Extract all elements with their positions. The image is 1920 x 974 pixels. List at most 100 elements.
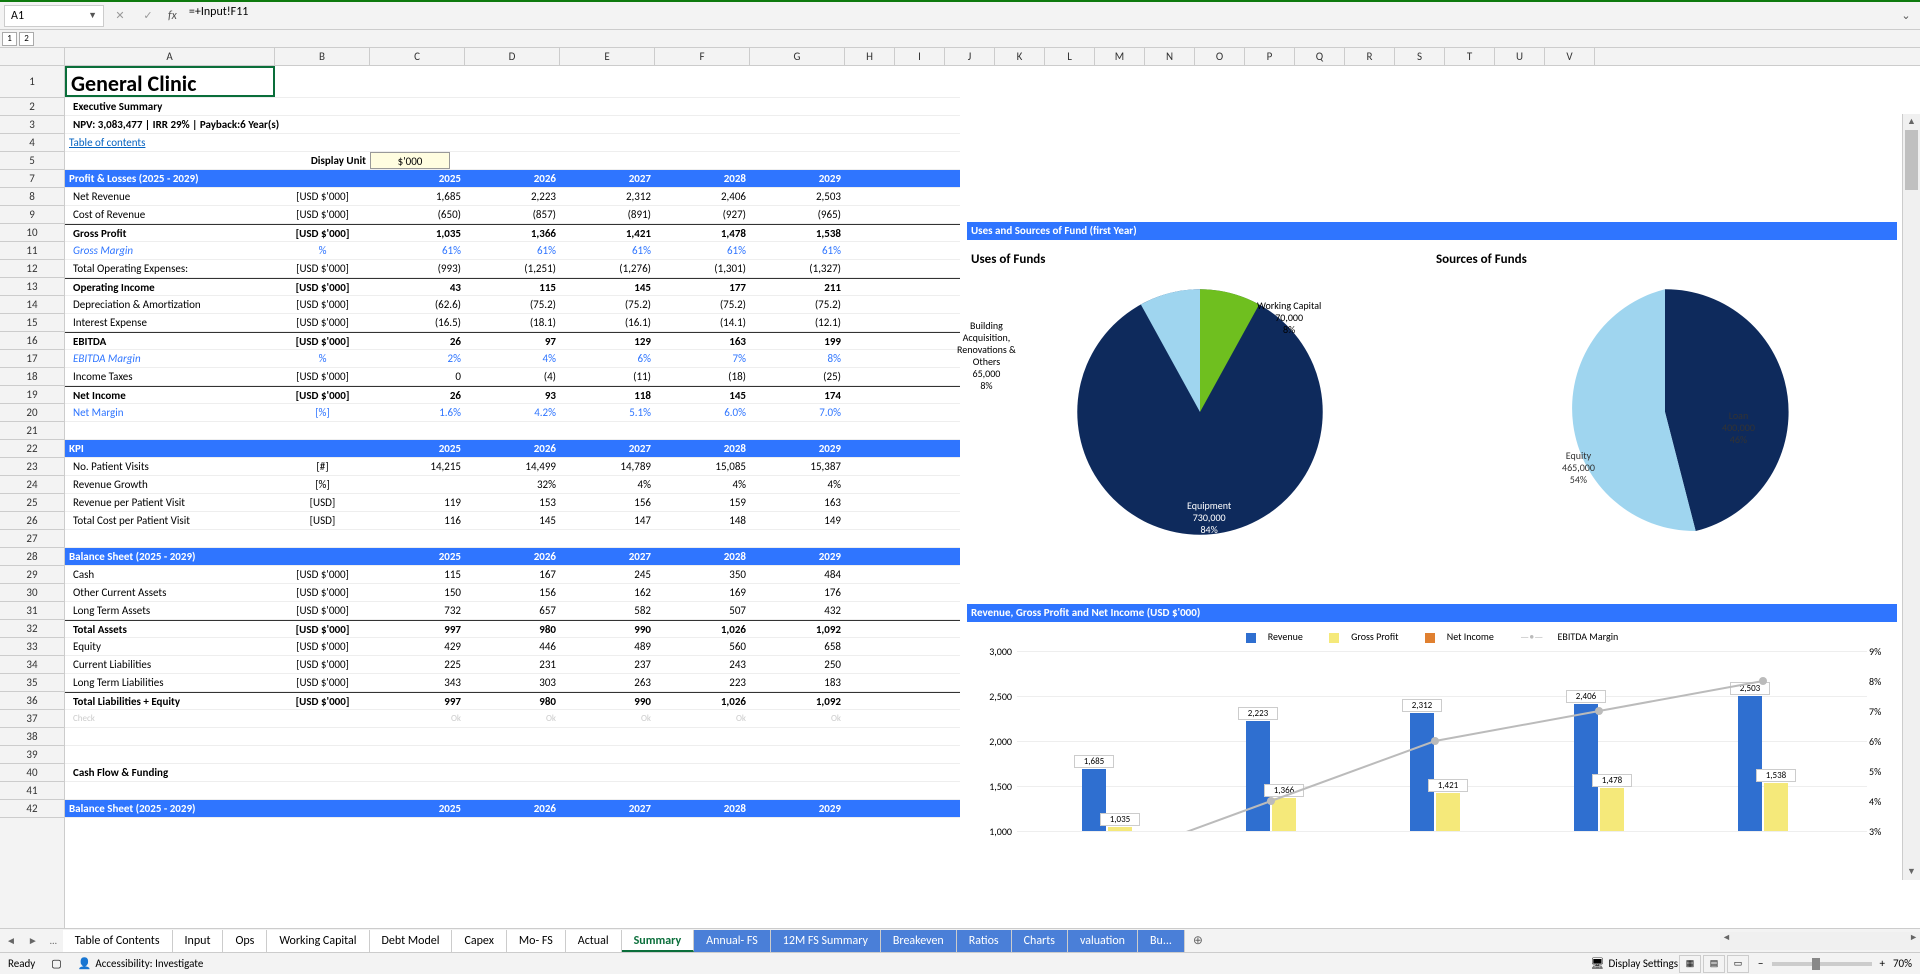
row-header-18[interactable]: 18	[0, 368, 64, 386]
row-header-1[interactable]: 1	[0, 66, 64, 98]
table-row[interactable]: Operating Income[USD $'000]4311514517721…	[65, 278, 960, 296]
row-header-33[interactable]: 33	[0, 638, 64, 656]
table-row[interactable]: Total Operating Expenses:[USD $'000](993…	[65, 260, 960, 278]
row-header-29[interactable]: 29	[0, 566, 64, 584]
row-header-31[interactable]: 31	[0, 602, 64, 620]
zoom-in-icon[interactable]: +	[1880, 957, 1885, 970]
table-row[interactable]: Revenue per Patient Visit[USD]1191531561…	[65, 494, 960, 512]
table-row[interactable]	[65, 746, 960, 764]
expand-formula-icon[interactable]: ⌄	[1896, 9, 1916, 22]
row-header-11[interactable]: 11	[0, 242, 64, 260]
col-header-E[interactable]: E	[560, 48, 655, 65]
display-settings-icon[interactable]: 🖥	[1590, 957, 1604, 970]
table-row[interactable]: Equity[USD $'000]429446489560658	[65, 638, 960, 656]
tab-ops[interactable]: Ops	[223, 930, 267, 952]
table-row[interactable]: Gross Margin%61%61%61%61%61%	[65, 242, 960, 260]
table-row[interactable]: Table of contents	[65, 134, 960, 152]
tab-input[interactable]: Input	[173, 930, 224, 952]
row-header-4[interactable]: 4	[0, 134, 64, 152]
tab-nav-more[interactable]: …	[44, 934, 63, 947]
table-row[interactable]: Profit & Losses (2025 - 2029)20252026202…	[65, 170, 960, 188]
row-header-36[interactable]: 36	[0, 692, 64, 710]
sheet-grid[interactable]: General ClinicExecutive SummaryNPV: 3,08…	[65, 66, 1920, 928]
col-header-Q[interactable]: Q	[1295, 48, 1345, 65]
row-header-3[interactable]: 3	[0, 116, 64, 134]
accessibility-status[interactable]: Accessibility: Investigate	[95, 957, 203, 970]
row-header-22[interactable]: 22	[0, 440, 64, 458]
table-row[interactable]: Gross Profit[USD $'000]1,0351,3661,4211,…	[65, 224, 960, 242]
table-row[interactable]: No. Patient Visits[#]14,21514,49914,7891…	[65, 458, 960, 476]
table-row[interactable]: Cash Flow & Funding	[65, 764, 960, 782]
col-header-K[interactable]: K	[995, 48, 1045, 65]
table-row[interactable]: Current Liabilities[USD $'000]2252312372…	[65, 656, 960, 674]
table-row[interactable]: Net Revenue[USD $'000]1,6852,2232,3122,4…	[65, 188, 960, 206]
col-header-H[interactable]: H	[845, 48, 895, 65]
row-header-23[interactable]: 23	[0, 458, 64, 476]
row-header-7[interactable]: 7	[0, 170, 64, 188]
horizontal-scrollbar[interactable]: ◄ ►	[1720, 932, 1920, 950]
table-row[interactable]: Net Margin[%]1.6%4.2%5.1%6.0%7.0%	[65, 404, 960, 422]
select-all-corner[interactable]	[0, 48, 65, 65]
outline-level-1[interactable]: 1	[2, 32, 17, 46]
tab-12m-fs-summary[interactable]: 12M FS Summary	[771, 930, 881, 952]
view-page-break-icon[interactable]: ▭	[1727, 955, 1749, 973]
zoom-level[interactable]: 70%	[1893, 957, 1912, 970]
table-row[interactable]: Cost of Revenue[USD $'000](650)(857)(891…	[65, 206, 960, 224]
table-row[interactable]: Income Taxes[USD $'000]0(4)(11)(18)(25)	[65, 368, 960, 386]
table-row[interactable]: Depreciation & Amortization[USD $'000](6…	[65, 296, 960, 314]
vertical-scrollbar[interactable]: ▲ ▼	[1902, 114, 1920, 880]
tab-breakeven[interactable]: Breakeven	[881, 930, 957, 952]
tab-charts[interactable]: Charts	[1012, 930, 1068, 952]
col-header-R[interactable]: R	[1345, 48, 1395, 65]
col-header-A[interactable]: A	[65, 48, 275, 65]
col-header-N[interactable]: N	[1145, 48, 1195, 65]
col-header-I[interactable]: I	[895, 48, 945, 65]
row-header-28[interactable]: 28	[0, 548, 64, 566]
tab-debt-model[interactable]: Debt Model	[370, 930, 453, 952]
name-box[interactable]: A1▼	[4, 5, 104, 27]
row-header-21[interactable]: 21	[0, 422, 64, 440]
row-header-37[interactable]: 37	[0, 710, 64, 728]
col-header-U[interactable]: U	[1495, 48, 1545, 65]
row-header-26[interactable]: 26	[0, 512, 64, 530]
tab-working-capital[interactable]: Working Capital	[267, 930, 369, 952]
row-header-39[interactable]: 39	[0, 746, 64, 764]
tab-annual-fs[interactable]: Annual- FS	[694, 930, 771, 952]
table-row[interactable]: Long Term Liabilities[USD $'000]34330326…	[65, 674, 960, 692]
tab-table-of-contents[interactable]: Table of Contents	[63, 930, 173, 952]
col-header-F[interactable]: F	[655, 48, 750, 65]
col-header-L[interactable]: L	[1045, 48, 1095, 65]
col-header-T[interactable]: T	[1445, 48, 1495, 65]
tab-summary[interactable]: Summary	[622, 930, 695, 952]
tab-valuation[interactable]: valuation	[1068, 930, 1138, 952]
table-row[interactable]	[65, 422, 960, 440]
dropdown-icon[interactable]: ▼	[88, 10, 97, 21]
col-header-P[interactable]: P	[1245, 48, 1295, 65]
row-header-24[interactable]: 24	[0, 476, 64, 494]
tab-nav-first[interactable]: ◄	[0, 934, 22, 947]
row-header-42[interactable]: 42	[0, 800, 64, 818]
row-header-8[interactable]: 8	[0, 188, 64, 206]
row-header-16[interactable]: 16	[0, 332, 64, 350]
table-row[interactable]	[65, 728, 960, 746]
row-header-10[interactable]: 10	[0, 224, 64, 242]
col-header-J[interactable]: J	[945, 48, 995, 65]
table-row[interactable]: EBITDA Margin%2%4%6%7%8%	[65, 350, 960, 368]
table-row[interactable]: Total Liabilities + Equity[USD $'000]997…	[65, 692, 960, 710]
row-header-41[interactable]: 41	[0, 782, 64, 800]
row-header-30[interactable]: 30	[0, 584, 64, 602]
table-row[interactable]: Executive Summary	[65, 98, 960, 116]
col-header-D[interactable]: D	[465, 48, 560, 65]
formula-input[interactable]: =+Input!F11	[185, 5, 1896, 27]
col-header-O[interactable]: O	[1195, 48, 1245, 65]
table-row[interactable]: Other Current Assets[USD $'000]150156162…	[65, 584, 960, 602]
table-row[interactable]: EBITDA[USD $'000]2697129163199	[65, 332, 960, 350]
cancel-icon[interactable]: ✕	[108, 5, 132, 27]
row-header-19[interactable]: 19	[0, 386, 64, 404]
col-header-M[interactable]: M	[1095, 48, 1145, 65]
row-header-35[interactable]: 35	[0, 674, 64, 692]
zoom-out-icon[interactable]: −	[1758, 957, 1763, 970]
table-row[interactable]: Total Assets[USD $'000]9979809901,0261,0…	[65, 620, 960, 638]
table-row[interactable]: Display Unit$'000	[65, 152, 960, 170]
col-header-C[interactable]: C	[370, 48, 465, 65]
